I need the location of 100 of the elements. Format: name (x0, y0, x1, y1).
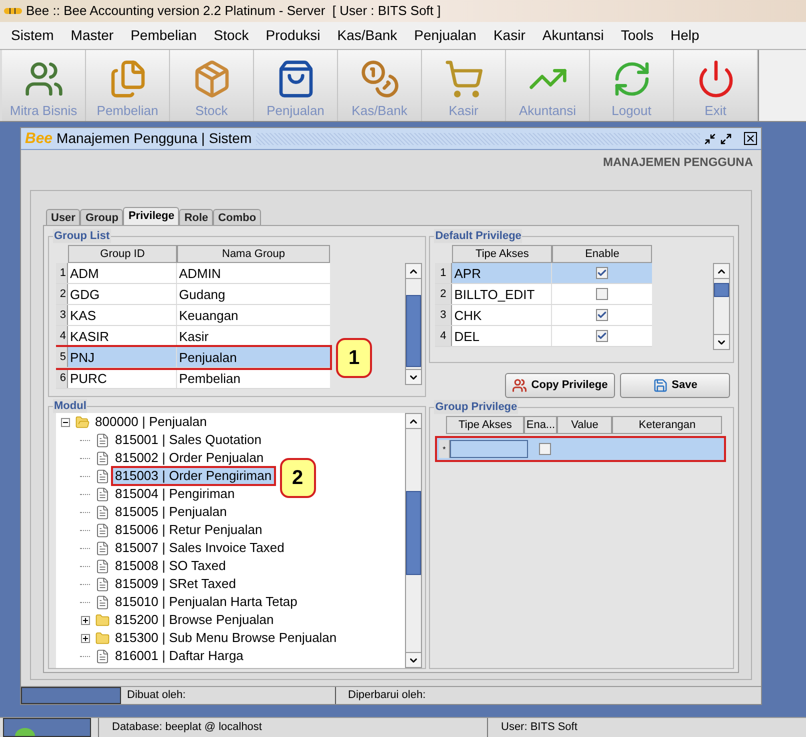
row-number: 2 (56, 284, 68, 304)
tab[interactable]: Privilege (123, 207, 180, 225)
tab[interactable]: Combo (213, 209, 262, 225)
maximize-icon[interactable] (720, 132, 732, 144)
menu-item[interactable]: Pembelian (130, 25, 197, 46)
table-row[interactable]: 1 ADM ADMIN (56, 263, 330, 284)
row-number: 4 (56, 326, 68, 346)
row-number: 2 (435, 284, 452, 304)
scrollbar-thumb[interactable] (406, 491, 422, 575)
table-row[interactable]: 3 CHK (435, 305, 652, 326)
table-cell: BILLTO_EDIT (452, 284, 552, 304)
menu-item[interactable]: Stock (214, 25, 249, 46)
table-row[interactable]: 4 KASIR Kasir (56, 326, 330, 347)
cart-icon (444, 59, 484, 99)
table-cell: GDG (68, 284, 177, 304)
tree-item[interactable]: 815006 | Retur Penjualan (113, 522, 264, 538)
menu-item[interactable]: Kas/Bank (337, 25, 398, 46)
tree-item[interactable]: 815005 | Penjualan (113, 504, 229, 520)
vertical-scrollbar[interactable] (405, 413, 422, 668)
folder-icon (75, 414, 90, 430)
scrollbar-thumb[interactable] (406, 295, 422, 367)
checkbox[interactable] (596, 330, 608, 342)
row-number: 3 (56, 305, 68, 325)
window-title: Bee :: Bee Accounting version 2.2 Platinum - Server [ User : BITS Soft ] (26, 2, 441, 20)
column-header[interactable]: Enable (552, 245, 652, 263)
table-cell: KAS (68, 305, 177, 325)
scrollbar-thumb[interactable] (714, 283, 729, 297)
column-header[interactable]: Ena... (524, 416, 558, 434)
tree-item[interactable]: 816001 | Daftar Harga (113, 648, 246, 664)
table-row[interactable]: 2 BILLTO_EDIT (435, 284, 652, 305)
bee-logo: Bee (25, 131, 53, 146)
checkbox[interactable] (596, 309, 608, 321)
table-cell-text: Kasir (178, 328, 210, 346)
input-field[interactable] (450, 440, 528, 458)
document-icon (95, 468, 110, 484)
checkbox[interactable] (596, 267, 608, 279)
menu-item[interactable]: Kasir (493, 25, 526, 46)
expand-icon[interactable] (80, 634, 90, 642)
table-row[interactable]: 2 GDG Gudang (56, 284, 330, 305)
menu-item[interactable]: Sistem (11, 25, 54, 46)
tree-item[interactable]: 815008 | SO Taxed (113, 558, 228, 574)
callout-badge: 2 (280, 458, 316, 498)
document-icon (95, 594, 110, 610)
vertical-scrollbar[interactable] (713, 263, 730, 350)
table-row[interactable]: 4 DEL (435, 326, 652, 347)
document-icon (95, 576, 110, 592)
tab[interactable]: User (46, 209, 80, 225)
tree-item[interactable]: 815300 | Sub Menu Browse Penjualan (113, 630, 339, 646)
tree-item[interactable]: 815010 | Penjualan Harta Tetap (113, 594, 300, 610)
column-header[interactable]: Value (557, 416, 612, 434)
table-row[interactable]: 3 KAS Keuangan (56, 305, 330, 326)
menu-item[interactable]: Help (670, 25, 700, 46)
group-title: Default Privilege (434, 229, 522, 243)
table-row[interactable]: 6 PURC Pembelian (56, 368, 330, 389)
menu-item[interactable]: Tools (620, 25, 654, 46)
tab[interactable]: Role (179, 209, 214, 225)
tree-item[interactable]: 815200 | Browse Penjualan (113, 612, 276, 628)
table-cell: PURC (68, 368, 177, 388)
tree-item[interactable]: 815004 | Pengiriman (113, 486, 237, 502)
tab[interactable]: Group (80, 209, 124, 225)
tree-item[interactable]: 815007 | Sales Invoice Taxed (113, 540, 286, 556)
tree-item[interactable]: 815002 | Order Penjualan (113, 450, 266, 466)
column-header[interactable]: Keterangan (612, 416, 722, 434)
collapse-icon[interactable] (60, 418, 70, 426)
action-button[interactable]: Copy Privilege (505, 372, 615, 398)
menu-item[interactable]: Produksi (266, 25, 320, 46)
tree-item[interactable]: 815009 | SRet Taxed (113, 576, 238, 592)
close-icon[interactable] (744, 132, 757, 145)
coins-icon (360, 59, 400, 99)
menu-item[interactable]: Akuntansi (542, 25, 604, 46)
row-number: 1 (56, 263, 68, 283)
vertical-scrollbar[interactable] (405, 263, 422, 385)
table-row[interactable]: 5 PNJ Penjualan (56, 347, 330, 368)
status-text: User: BITS Soft (500, 720, 578, 735)
column-header[interactable]: Tipe Akses (452, 245, 552, 263)
tree-item[interactable]: 800000 | Penjualan (93, 414, 209, 430)
menu-item[interactable]: Master (70, 25, 114, 46)
document-icon (95, 558, 110, 574)
folder-icon (95, 630, 110, 646)
document-icon (95, 504, 110, 520)
row-number: 6 (56, 368, 68, 388)
action-button[interactable]: Save (620, 372, 730, 398)
tree-item[interactable]: 815003 | Order Pengiriman (113, 468, 274, 484)
table-cell: APR (452, 263, 552, 283)
checkbox[interactable] (538, 443, 551, 455)
table-cell-text: Penjualan (178, 349, 238, 367)
tree-item[interactable]: 815001 | Sales Quotation (113, 432, 264, 448)
checkbox[interactable] (596, 288, 608, 300)
row-number: 4 (435, 326, 452, 346)
save-icon (652, 378, 668, 392)
column-header[interactable]: Group ID (68, 245, 177, 263)
document-icon (95, 522, 110, 538)
expand-icon[interactable] (80, 616, 90, 624)
restore-icon[interactable] (704, 132, 716, 144)
table-row[interactable]: 1 APR (435, 263, 652, 284)
menu-item[interactable]: Penjualan (414, 25, 476, 46)
column-header[interactable]: Nama Group (177, 245, 330, 263)
table-row[interactable]: * (435, 436, 726, 462)
status-text: Database: beeplat @ localhost (98, 718, 488, 737)
column-header[interactable]: Tipe Akses (446, 416, 524, 434)
